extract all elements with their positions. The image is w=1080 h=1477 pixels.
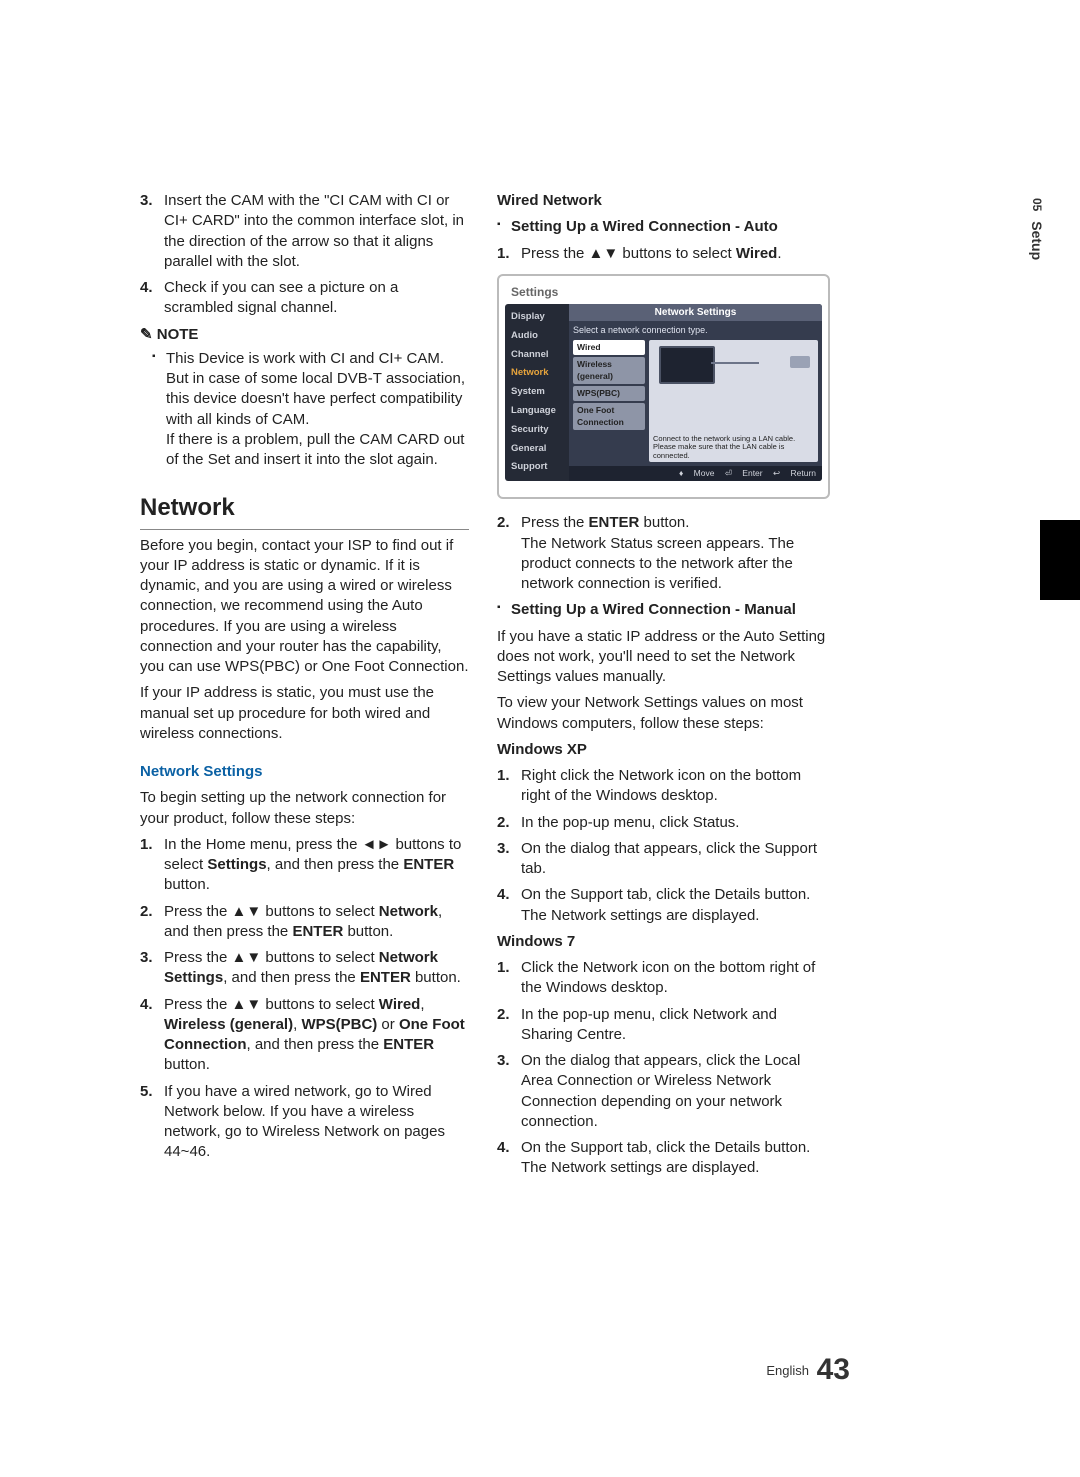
list-item: 1.Right click the Network icon on the bo… [497,766,830,807]
list-item: 4.Press the ▲▼ buttons to select Wired, … [140,995,469,1076]
manual-para-1: If you have a static IP address or the A… [497,627,830,688]
list-item: 3.On the dialog that appears, click the … [497,1051,830,1132]
page-content: 3.Insert the CAM with the "CI CAM with C… [0,0,890,1245]
sidebar-item: Channel [505,346,569,365]
wired-manual-subhead: Setting Up a Wired Connection - Manual [511,600,830,620]
side-chapter-tab: 05 Setup [1029,198,1045,260]
network-intro-2: If your IP address is static, you must u… [140,683,469,744]
network-preview: Connect to the network using a LAN cable… [649,340,818,462]
list-item: 1.In the Home menu, press the ◄► buttons… [140,835,469,896]
chapter-title: Setup [1029,221,1045,260]
list-item: 3.Insert the CAM with the "CI CAM with C… [140,191,469,272]
list-item: 3.Press the ▲▼ buttons to select Network… [140,948,469,989]
list-item: 2.Press the ENTER button.The Network Sta… [497,513,830,594]
note-item: This Device is work with CI and CI+ CAM.… [166,349,469,471]
cam-steps: 3.Insert the CAM with the "CI CAM with C… [140,191,469,319]
right-column: Wired Network Setting Up a Wired Connect… [497,185,830,1185]
page-thumb-marker [1040,520,1080,600]
note-label: NOTE [140,325,469,345]
settings-main: Network Settings Select a network connec… [569,304,822,481]
windows-7-heading: Windows 7 [497,932,830,952]
cable-icon [711,362,759,364]
hint-enter: ⏎ Enter [725,468,763,478]
page-footer: English 43 [766,1353,850,1387]
manual-para-2: To view your Network Settings values on … [497,693,830,734]
network-preview-msg: Connect to the network using a LAN cable… [649,433,818,462]
settings-body: Display Audio Channel Network System Lan… [505,304,822,481]
sidebar-item: Support [505,458,569,477]
network-row: Wired Wireless (general) WPS(PBC) One Fo… [569,340,822,466]
wired-sub-list: Setting Up a Wired Connection - Auto [497,217,830,237]
settings-screenshot: Settings Display Audio Channel Network S… [497,274,830,500]
list-item: 2.In the pop-up menu, click Status. [497,813,830,833]
list-item: 2.In the pop-up menu, click Network and … [497,1005,830,1046]
section-network-heading: Network [140,492,469,529]
wired-manual-list: Setting Up a Wired Connection - Manual [497,600,830,620]
network-settings-steps: 1.In the Home menu, press the ◄► buttons… [140,835,469,1163]
footer-page-number: 43 [817,1353,850,1386]
list-item: 4.On the Support tab, click the Details … [497,885,830,926]
wired-auto-subhead: Setting Up a Wired Connection - Auto [511,217,830,237]
hint-return: ↩ Return [773,468,816,478]
left-column: 3.Insert the CAM with the "CI CAM with C… [140,185,469,1185]
sidebar-item: Display [505,308,569,327]
list-item: 1.Press the ▲▼ buttons to select Wired. [497,244,830,264]
option-onefoot: One Foot Connection [573,403,645,430]
network-settings-lead: To begin setting up the network connecti… [140,788,469,829]
wired-steps-2: 2.Press the ENTER button.The Network Sta… [497,513,830,594]
list-item: 2.Press the ▲▼ buttons to select Network… [140,902,469,943]
sidebar-item-network: Network [505,364,569,383]
option-wps: WPS(PBC) [573,386,645,401]
settings-sidebar: Display Audio Channel Network System Lan… [505,304,569,481]
list-item: 4.On the Support tab, click the Details … [497,1138,830,1179]
windows-7-steps: 1.Click the Network icon on the bottom r… [497,958,830,1179]
list-item: 5.If you have a wired network, go to Wir… [140,1082,469,1163]
list-item: 4.Check if you can see a picture on a sc… [140,278,469,319]
list-item: 3.On the dialog that appears, click the … [497,839,830,880]
sidebar-item: Security [505,421,569,440]
network-intro-1: Before you begin, contact your ISP to fi… [140,536,469,678]
sidebar-item: General [505,440,569,459]
windows-xp-heading: Windows XP [497,740,830,760]
hint-move: ♦ Move [679,468,715,478]
wired-steps-1: 1.Press the ▲▼ buttons to select Wired. [497,244,830,264]
sidebar-item: Audio [505,327,569,346]
tv-icon [659,346,715,384]
network-settings-hint: Select a network connection type. [569,321,822,339]
footer-language: English [766,1363,809,1378]
chapter-number: 05 [1030,198,1044,211]
network-settings-title: Network Settings [569,304,822,322]
network-settings-heading: Network Settings [140,762,469,782]
wired-network-heading: Wired Network [497,191,830,211]
router-icon [790,356,810,368]
option-wired: Wired [573,340,645,355]
note-list: This Device is work with CI and CI+ CAM.… [140,349,469,471]
sidebar-item: Language [505,402,569,421]
list-item: 1.Click the Network icon on the bottom r… [497,958,830,999]
network-footer: ♦ Move ⏎ Enter ↩ Return [569,466,822,481]
sidebar-item: System [505,383,569,402]
option-wireless: Wireless (general) [573,357,645,384]
network-options: Wired Wireless (general) WPS(PBC) One Fo… [573,340,645,462]
settings-panel-title: Settings [511,284,822,300]
windows-xp-steps: 1.Right click the Network icon on the bo… [497,766,830,926]
